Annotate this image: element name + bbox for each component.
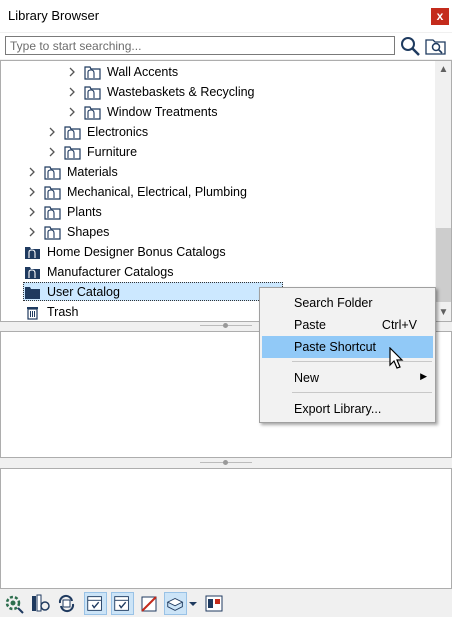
expand-arrow-icon[interactable]: [27, 206, 37, 218]
tree-item-label: Wall Accents: [107, 65, 179, 79]
window-title: Library Browser: [8, 8, 100, 23]
menu-item-label: Search Folder: [294, 296, 373, 310]
splitter-handle-icon: [223, 460, 228, 465]
catalog-folder-icon: [84, 106, 101, 120]
library-catalogs-icon[interactable]: [29, 592, 52, 615]
catalog-folder-icon: [44, 166, 61, 180]
user-catalog-folder-icon: [25, 287, 40, 299]
tree-scrollbar[interactable]: ▲ ▼: [435, 61, 451, 321]
tree-item-label: Home Designer Bonus Catalogs: [47, 245, 226, 259]
expand-arrow-icon[interactable]: [47, 146, 57, 158]
bottom-toolbar: [0, 590, 452, 617]
expand-arrow-icon[interactable]: [27, 226, 37, 238]
menu-item-paste[interactable]: Paste Ctrl+V: [262, 314, 433, 336]
catalog-folder-icon: [44, 226, 61, 240]
pane-splitter[interactable]: [0, 459, 452, 467]
tree-item[interactable]: Materials: [1, 162, 437, 182]
tree-item[interactable]: Wall Accents: [1, 62, 437, 82]
material-icon[interactable]: [138, 592, 161, 615]
menu-item-label: Export Library...: [294, 402, 382, 416]
catalog-folder-icon: [44, 206, 61, 220]
refresh-library-icon[interactable]: [55, 592, 78, 615]
expand-arrow-icon[interactable]: [67, 86, 77, 98]
preview-icon[interactable]: [203, 592, 226, 615]
tree-item-label: Materials: [67, 165, 118, 179]
menu-item-shortcut: Ctrl+V: [381, 318, 417, 332]
tree-item-label: Trash: [47, 305, 79, 319]
menu-item-new[interactable]: New ▶: [262, 367, 433, 389]
chevron-down-icon[interactable]: [187, 592, 199, 615]
catalog-folder-icon: [64, 126, 81, 140]
expand-arrow-icon[interactable]: [47, 126, 57, 138]
tree-item-label: Mechanical, Electrical, Plumbing: [67, 185, 247, 199]
menu-item-search-folder[interactable]: Search Folder: [262, 292, 433, 314]
expand-arrow-icon[interactable]: [27, 166, 37, 178]
tree-item[interactable]: Plants: [1, 202, 437, 222]
tree-item-label: Window Treatments: [107, 105, 218, 119]
tree-item-label: Shapes: [67, 225, 110, 239]
tree-item[interactable]: Electronics: [1, 122, 437, 142]
description-pane: [0, 468, 452, 589]
search-icon[interactable]: [399, 35, 421, 57]
scroll-thumb[interactable]: [436, 228, 451, 302]
tree-item-label: Plants: [67, 205, 102, 219]
catalog-folder-icon: [84, 66, 101, 80]
context-menu: Search Folder Paste Ctrl+V Paste Shortcu…: [259, 287, 436, 423]
bonus-catalog-icon: [25, 247, 40, 259]
expand-arrow-icon[interactable]: [67, 106, 77, 118]
scroll-up-icon[interactable]: ▲: [435, 61, 451, 78]
menu-item-paste-shortcut[interactable]: Paste Shortcut: [262, 336, 433, 358]
expand-arrow-icon[interactable]: [27, 186, 37, 198]
submenu-arrow-icon: ▶: [420, 371, 427, 381]
menu-item-label: Paste: [294, 318, 326, 332]
menu-item-label: Paste Shortcut: [294, 340, 376, 354]
trash-icon: [27, 307, 38, 320]
tree-item[interactable]: Mechanical, Electrical, Plumbing: [1, 182, 437, 202]
menu-separator: [292, 361, 432, 362]
splitter-handle-icon: [223, 323, 228, 328]
library-settings-icon[interactable]: [3, 592, 26, 615]
title-bar: Library Browser x: [0, 0, 452, 32]
mouse-cursor-icon: [389, 347, 404, 369]
catalog-folder-icon: [84, 86, 101, 100]
menu-separator: [292, 392, 432, 393]
search-folder-icon[interactable]: [425, 36, 447, 56]
tree-item[interactable]: Wastebaskets & Recycling: [1, 82, 437, 102]
show-checked-icon[interactable]: [111, 592, 134, 615]
catalog-folder-icon: [44, 186, 61, 200]
tree-item[interactable]: Manufacturer Catalogs: [1, 262, 437, 282]
tree-item[interactable]: Furniture: [1, 142, 437, 162]
object-dropdown-icon[interactable]: [164, 592, 187, 615]
tree-item[interactable]: Home Designer Bonus Catalogs: [1, 242, 437, 262]
close-button[interactable]: x: [431, 8, 449, 25]
scroll-down-icon[interactable]: ▼: [435, 304, 451, 321]
tree-item-label: User Catalog: [47, 285, 120, 299]
search-bar: [0, 33, 452, 59]
tree-item[interactable]: Shapes: [1, 222, 437, 242]
manufacturer-catalog-icon: [25, 267, 40, 279]
menu-item-label: New: [294, 371, 320, 385]
tree-item-label: Wastebaskets & Recycling: [107, 85, 255, 99]
tree-item-label: Furniture: [87, 145, 138, 159]
tree-item[interactable]: Window Treatments: [1, 102, 437, 122]
expand-arrow-icon[interactable]: [67, 66, 77, 78]
tree-item-label: Electronics: [87, 125, 149, 139]
catalog-folder-icon: [64, 146, 81, 160]
library-tree: Wall Accents Wastebaskets & Recycling Wi…: [0, 60, 452, 322]
menu-item-export-library[interactable]: Export Library...: [262, 398, 433, 420]
search-input[interactable]: [5, 36, 395, 55]
tree-item-label: Manufacturer Catalogs: [47, 265, 174, 279]
show-filter-icon[interactable]: [84, 592, 107, 615]
